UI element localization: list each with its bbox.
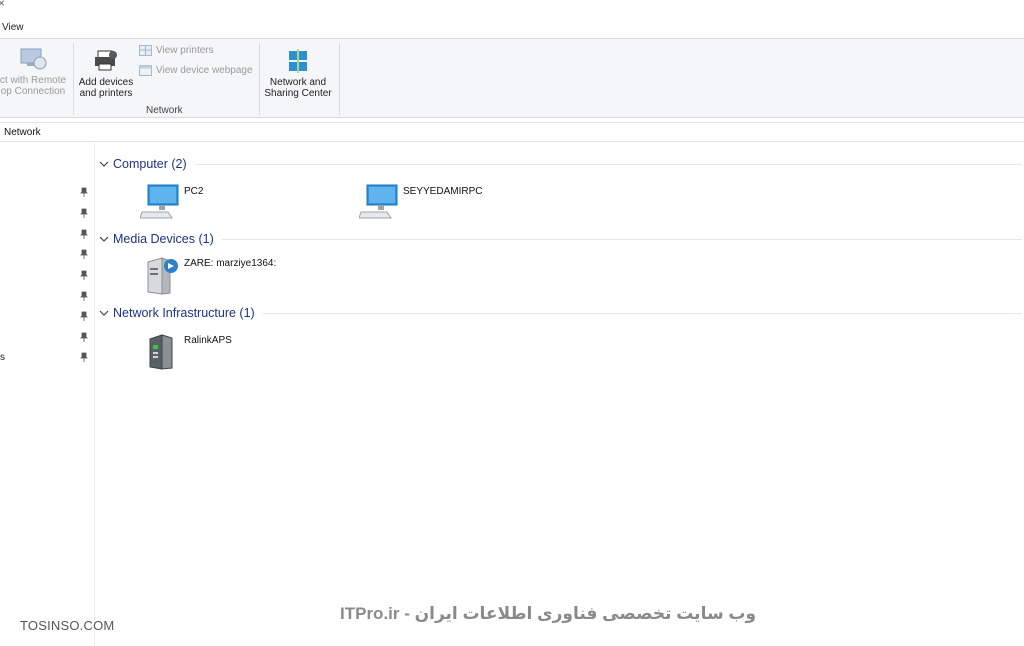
group-title: Media Devices (1) — [113, 232, 214, 246]
group-header-computer[interactable]: Computer (2) — [98, 156, 1022, 172]
network-sharing-icon — [289, 49, 307, 73]
chevron-down-icon[interactable] — [98, 307, 110, 319]
pin-icon[interactable] — [80, 311, 88, 321]
item-label: SEYYEDAMIRPC — [403, 186, 483, 197]
address-path[interactable]: Network — [4, 127, 41, 138]
close-icon[interactable]: × — [0, 0, 5, 10]
navigation-pane — [0, 143, 95, 646]
network-sharing-center-button[interactable]: Network and Sharing Center — [262, 49, 334, 99]
remote-desktop-icon — [20, 48, 47, 70]
remote-desktop-button[interactable]: ct with Remote op Connection — [0, 43, 72, 97]
view-printers-button[interactable]: View printers — [139, 45, 214, 56]
group-title: Computer (2) — [113, 157, 187, 171]
pin-icon[interactable] — [80, 249, 88, 259]
group-divider — [262, 312, 1022, 314]
ribbon: ct with Remote op Connection Add devices… — [0, 38, 1024, 118]
webpage-icon — [139, 65, 152, 76]
add-devices-label-2: and printers — [79, 88, 133, 99]
media-server-icon — [147, 257, 178, 295]
item-label: ZARE: marziye1364: — [184, 258, 277, 269]
pin-icon[interactable] — [80, 229, 88, 239]
network-sharing-label-1: Network and — [269, 77, 327, 88]
remote-desktop-label-1: ct with Remote — [0, 75, 67, 86]
pin-icon[interactable] — [80, 270, 88, 280]
tab-strip: × View — [0, 0, 1024, 38]
group-divider — [221, 238, 1022, 240]
pin-icon[interactable] — [80, 332, 88, 342]
pin-icon[interactable] — [80, 208, 88, 218]
group-header-network-infrastructure[interactable]: Network Infrastructure (1) — [98, 305, 1022, 321]
view-printers-label: View printers — [156, 45, 214, 56]
pin-icon[interactable] — [80, 187, 88, 197]
item-label: PC2 — [184, 186, 204, 197]
group-title: Network Infrastructure (1) — [113, 306, 255, 320]
network-group-label: Network — [146, 105, 183, 116]
list-item[interactable]: ZARE: marziye1364: — [142, 256, 276, 296]
printers-icon — [139, 45, 152, 56]
network-sharing-label-2: Sharing Center — [264, 88, 332, 99]
item-label: RalinkAPS — [184, 335, 232, 346]
group-divider — [194, 163, 1022, 165]
view-device-webpage-button[interactable]: View device webpage — [139, 65, 253, 76]
pin-icon[interactable] — [80, 291, 88, 301]
group-header-media-devices[interactable]: Media Devices (1) — [98, 231, 1022, 247]
tab-view[interactable]: View — [2, 22, 24, 33]
address-bar[interactable]: Network — [0, 122, 1024, 142]
list-item[interactable]: RalinkAPS — [146, 333, 232, 371]
watermark-tosinso: TOSINSO.COM — [20, 618, 115, 633]
computer-icon — [140, 184, 179, 219]
printer-icon — [95, 50, 117, 71]
ribbon-separator — [339, 43, 340, 115]
ribbon-separator — [73, 43, 74, 115]
view-device-webpage-label: View device webpage — [156, 65, 253, 76]
pin-icon[interactable] — [80, 352, 88, 362]
file-explorer-window: × View ct with Remote op Connection Add … — [0, 0, 1024, 646]
add-devices-button[interactable]: Add devices and printers — [76, 49, 136, 99]
list-item[interactable]: SEYYEDAMIRPC — [359, 184, 482, 220]
list-item[interactable]: PC2 — [140, 184, 203, 220]
watermark-itpro: ITPro.ir - وب سایت تخصصی فناوری اطلاعات … — [340, 604, 757, 623]
add-devices-label-1: Add devices — [78, 77, 134, 88]
router-icon — [149, 334, 173, 370]
chevron-down-icon[interactable] — [98, 158, 110, 170]
chevron-down-icon[interactable] — [98, 233, 110, 245]
computer-icon — [359, 184, 398, 219]
ribbon-separator — [259, 43, 260, 115]
nav-item-fragment[interactable]: s — [0, 352, 5, 363]
remote-desktop-label-2: op Connection — [0, 86, 66, 97]
